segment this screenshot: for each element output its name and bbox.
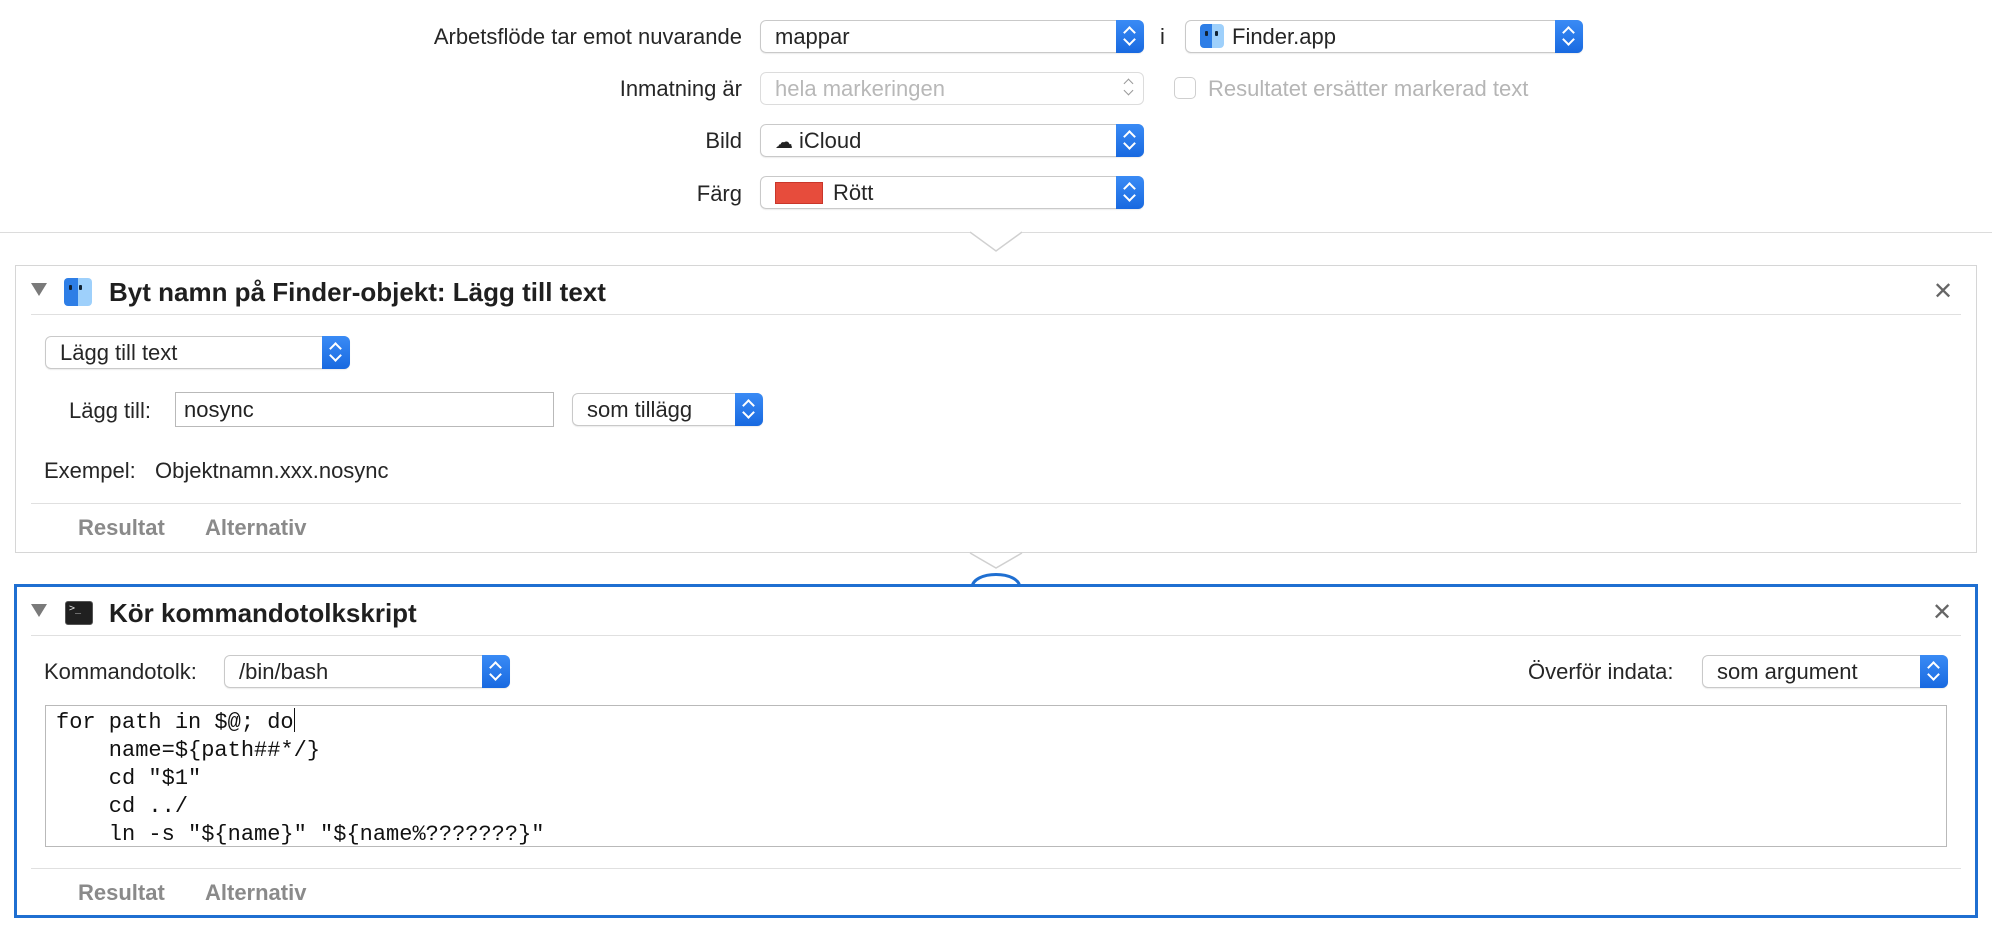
script-line: cd "$1" — [56, 766, 202, 791]
header-connector — [970, 231, 1022, 252]
rename-action-title: Byt namn på Finder-objekt: Lägg till tex… — [109, 277, 606, 307]
popup-stepper-icon — [482, 655, 510, 688]
add-text-label: Lägg till: — [69, 398, 151, 423]
shell-value: /bin/bash — [239, 659, 329, 684]
rename-mode-popup[interactable]: Lägg till text — [45, 336, 350, 369]
receives-popup[interactable]: mappar — [760, 20, 1144, 53]
image-label: Bild — [705, 128, 742, 153]
finder-icon — [64, 278, 92, 306]
example-value: Objektnamn.xxx.nosync — [155, 458, 389, 483]
shell-popup[interactable]: /bin/bash — [224, 655, 510, 688]
replace-checkbox-label: Resultatet ersätter markerad text — [1208, 76, 1529, 101]
finder-icon — [1200, 24, 1224, 48]
pass-input-label: Överför indata: — [1528, 659, 1674, 684]
popup-stepper-icon — [1116, 72, 1144, 105]
color-label: Färg — [696, 181, 742, 206]
example-label: Exempel: — [44, 458, 136, 483]
pass-input-popup[interactable]: som argument — [1702, 655, 1948, 688]
shell-label: Kommandotolk: — [44, 659, 197, 684]
input-label: Inmatning är — [619, 76, 742, 101]
receives-label: Arbetsflöde tar emot nuvarande — [433, 24, 742, 49]
position-popup[interactable]: som tillägg — [572, 393, 763, 426]
shell-action-title: Kör kommandotolkskript — [109, 598, 417, 628]
text-caret — [293, 708, 296, 732]
popup-stepper-icon — [1555, 20, 1583, 53]
script-editor[interactable]: for path in $@; do name=${path##*/} cd "… — [45, 705, 1947, 847]
terminal-icon — [65, 601, 93, 625]
rename-mode-value: Lägg till text — [60, 340, 178, 365]
position-value: som tillägg — [587, 397, 693, 422]
in-label: i — [1160, 24, 1165, 49]
cloud-icon: ☁ — [775, 132, 793, 152]
disclosure-triangle-icon[interactable] — [31, 283, 47, 296]
script-line: ln -s "${name}" "${name%???????}" — [56, 822, 545, 847]
add-text-field[interactable]: nosync — [175, 392, 554, 427]
panel-divider — [31, 868, 1961, 869]
popup-stepper-icon — [1920, 655, 1948, 688]
options-tab[interactable]: Alternativ — [205, 514, 306, 542]
close-icon[interactable]: ✕ — [1932, 601, 1952, 625]
close-icon[interactable]: ✕ — [1933, 280, 1953, 304]
script-line: name=${path##*/} — [56, 738, 321, 763]
popup-stepper-icon — [735, 393, 763, 426]
popup-stepper-icon — [1116, 20, 1144, 53]
panel-divider — [31, 503, 1961, 504]
popup-stepper-icon — [1116, 176, 1144, 209]
color-value: Rött — [833, 180, 874, 205]
input-value: hela markeringen — [775, 76, 945, 101]
app-popup[interactable]: Finder.app — [1185, 20, 1583, 53]
pass-input-value: som argument — [1717, 659, 1858, 684]
script-line: cd ../ — [56, 794, 189, 819]
color-swatch — [775, 182, 823, 204]
rename-action-panel: Byt namn på Finder-objekt: Lägg till tex… — [15, 265, 1977, 553]
popup-stepper-icon — [322, 336, 350, 369]
app-value: Finder.app — [1232, 24, 1336, 49]
panel-divider — [31, 314, 1961, 315]
image-value: iCloud — [799, 128, 862, 153]
options-tab[interactable]: Alternativ — [205, 879, 306, 907]
replace-checkbox[interactable] — [1174, 77, 1196, 99]
popup-stepper-icon — [1116, 124, 1144, 157]
receives-value: mappar — [775, 24, 850, 49]
results-tab[interactable]: Resultat — [78, 514, 165, 542]
panel-divider — [31, 635, 1961, 636]
script-line: for path in $@; do — [56, 710, 294, 735]
image-popup[interactable]: ☁ iCloud — [760, 124, 1144, 157]
shell-action-panel: Kör kommandotolkskript ✕ Kommandotolk: /… — [14, 584, 1978, 918]
input-popup: hela markeringen — [760, 72, 1144, 105]
color-popup[interactable]: Rött — [760, 176, 1144, 209]
results-tab[interactable]: Resultat — [78, 879, 165, 907]
disclosure-triangle-icon[interactable] — [31, 604, 47, 617]
